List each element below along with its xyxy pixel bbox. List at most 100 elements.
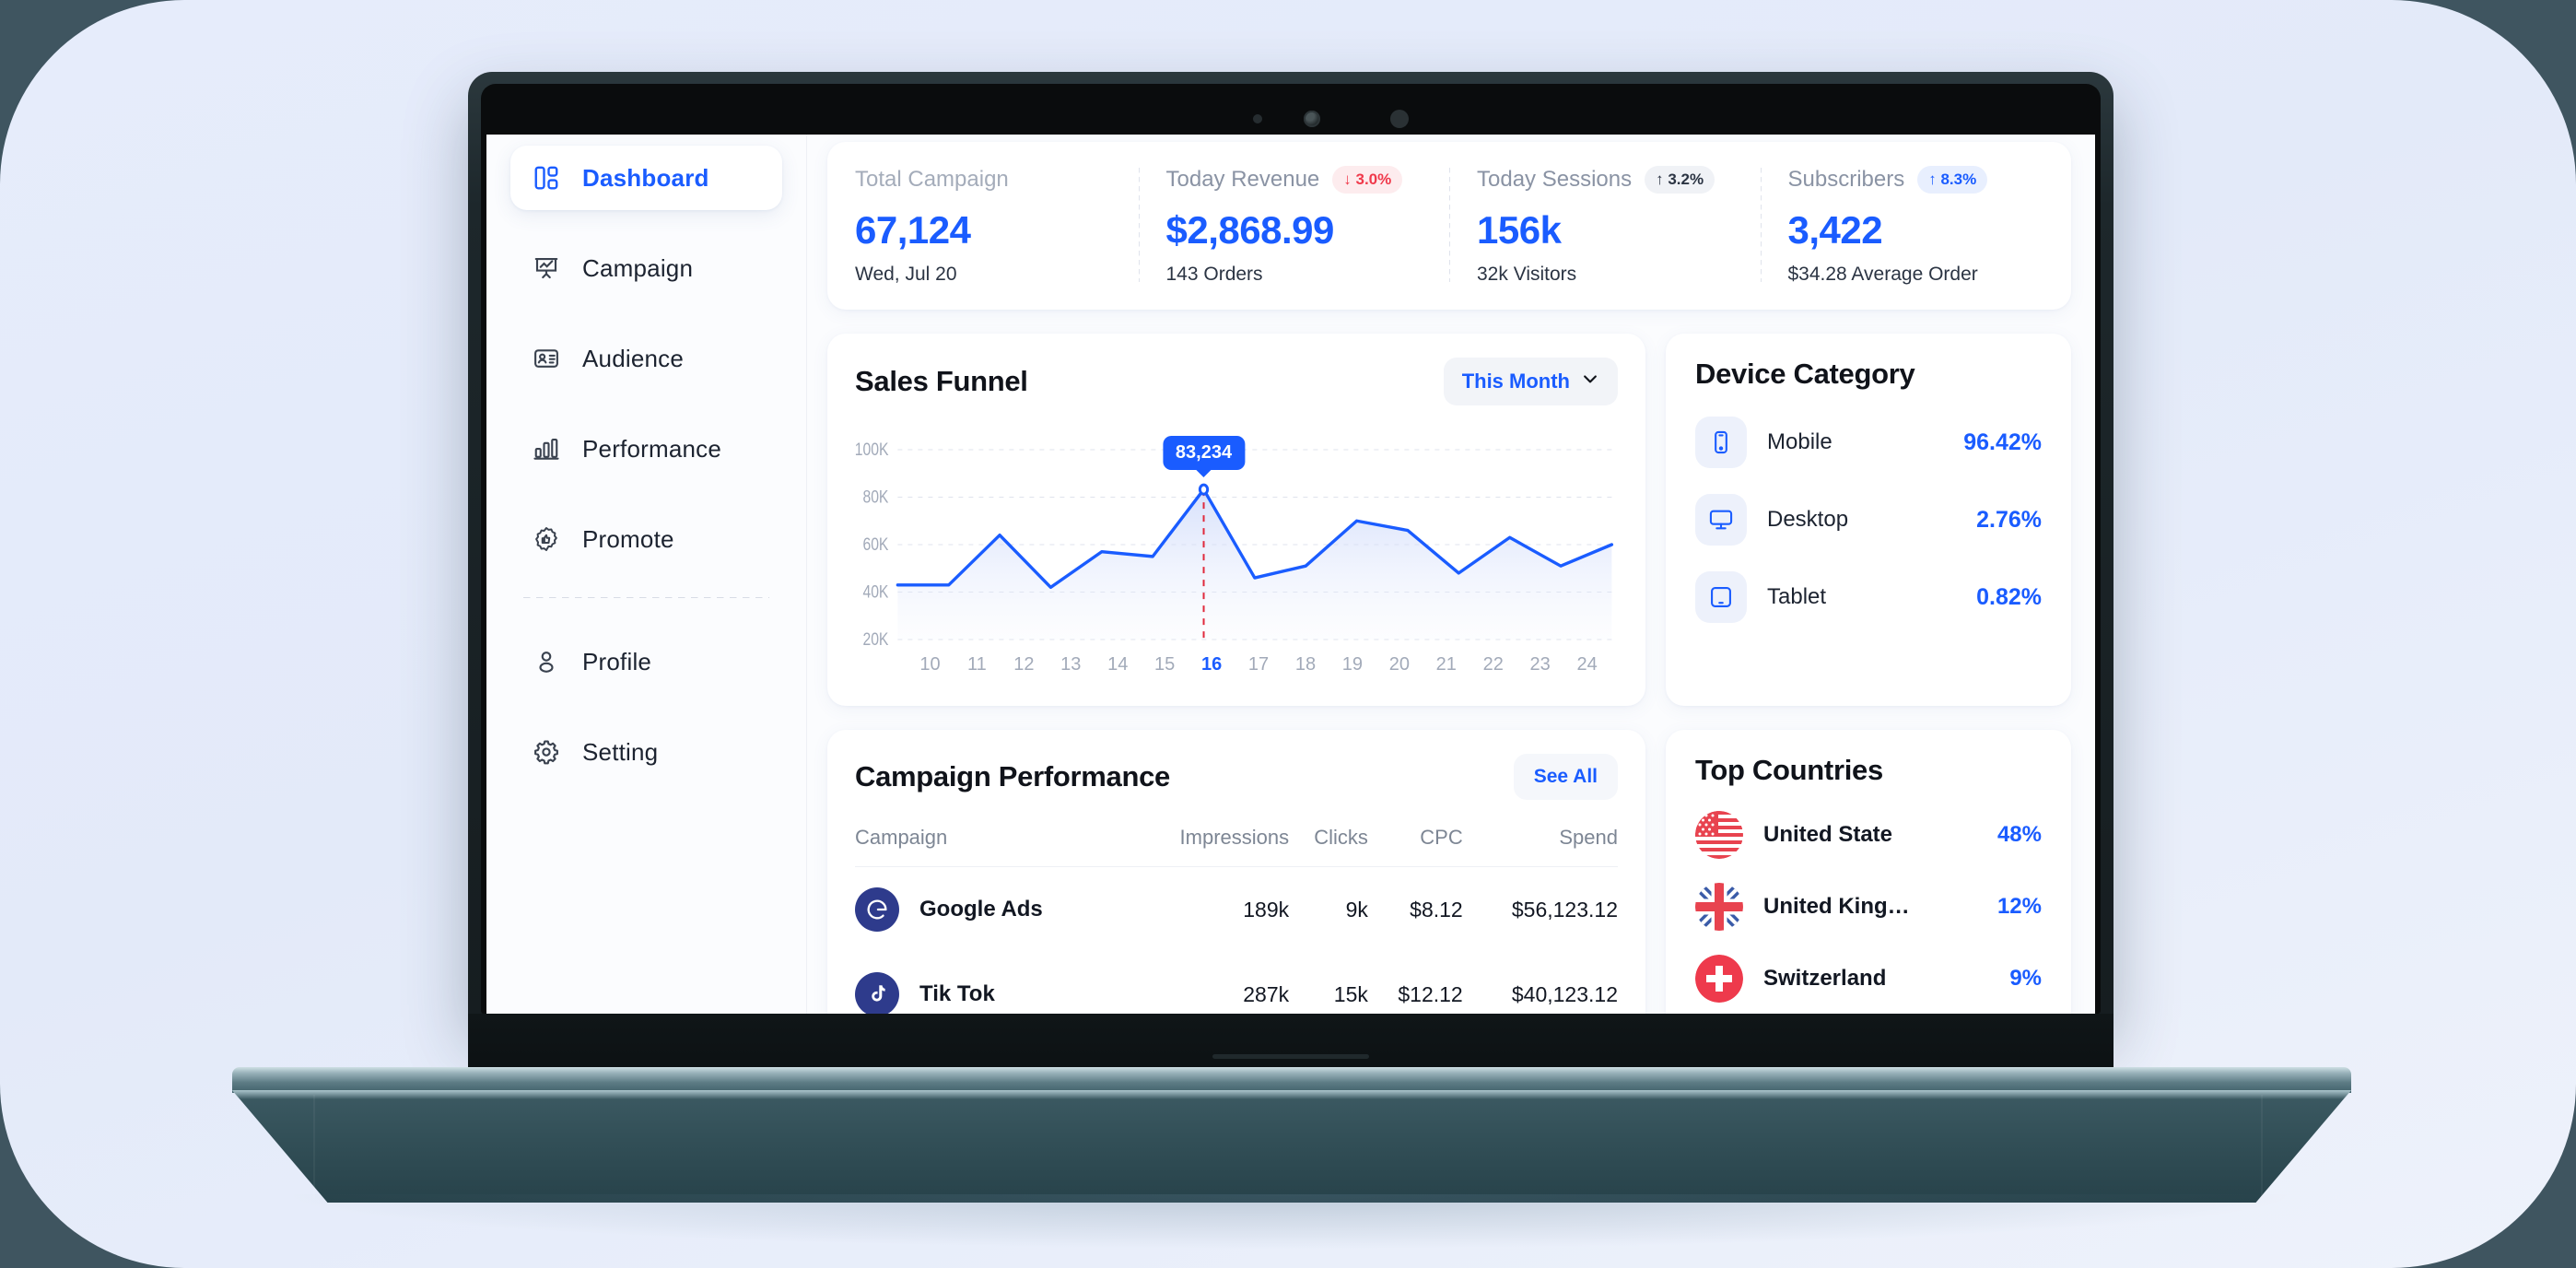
kpi-value: 67,124 (855, 208, 971, 252)
badge-thumbs-up-icon (531, 523, 562, 555)
kpi-subtext: 32k Visitors (1477, 264, 1577, 285)
chart-x-tick: 11 (967, 654, 987, 675)
kpi-summary-card: Total Campaign 67,124 Wed, Jul 20 Today … (827, 142, 2071, 310)
laptop-hinge (468, 1014, 2113, 1071)
bezel-sensors (481, 106, 2101, 130)
device-category-title: Device Category (1695, 358, 1915, 390)
country-name: United King… (1763, 894, 1910, 919)
device-row-desktop[interactable]: Desktop 2.76% (1695, 494, 2042, 546)
base-seam-left (313, 1095, 315, 1198)
bottom-row: Campaign Performance See All Campaign Im… (827, 730, 2071, 1021)
top-countries-card: Top Countries United State 48% United Ki… (1666, 730, 2071, 1021)
kpi-subtext: Wed, Jul 20 (855, 264, 957, 285)
table-row[interactable]: Google Ads 189k 9k $8.12 $56,123.12 (855, 867, 1618, 953)
sidebar-item-setting[interactable]: Setting (510, 720, 782, 784)
column-header-spend: Spend (1462, 816, 1618, 867)
device-row-tablet[interactable]: Tablet 0.82% (1695, 571, 2042, 623)
chart-x-tick: 22 (1482, 654, 1504, 675)
dashboard-app: Dashboard Campaign Audience Performance … (486, 135, 2095, 1021)
sidebar-item-label: Setting (582, 737, 659, 766)
cell-clicks: 9k (1345, 897, 1368, 922)
device-percent: 96.42% (1963, 429, 2042, 455)
chart-x-tick: 19 (1341, 654, 1364, 675)
chart-x-tick: 14 (1107, 654, 1129, 675)
country-row-switzerland[interactable]: Switzerland 9% (1695, 955, 2042, 1003)
sidebar-item-campaign[interactable]: Campaign (510, 236, 782, 300)
chart-x-tick: 20 (1388, 654, 1410, 675)
chart-x-tick: 17 (1247, 654, 1270, 675)
svg-text:40K: 40K (862, 581, 888, 602)
sidebar-item-label: Promote (582, 524, 674, 553)
svg-text:100K: 100K (855, 440, 889, 460)
chart-y-axis-labels: 100K 80K 60K 40K 20K (855, 440, 889, 650)
device-row-mobile[interactable]: Mobile 96.42% (1695, 417, 2042, 468)
chart-x-tick: 16 (1200, 654, 1223, 675)
campaign-name: Tik Tok (919, 981, 995, 1006)
sales-funnel-card: Sales Funnel This Month 83,234 100K 80K … (827, 334, 1645, 706)
country-percent: 48% (1996, 822, 2042, 847)
chart-x-tick: 23 (1529, 654, 1551, 675)
cell-spend: $56,123.12 (1511, 897, 1618, 922)
sidebar-item-label: Audience (582, 344, 685, 372)
sidebar-item-performance[interactable]: Performance (510, 417, 782, 481)
sidebar-item-label: Performance (582, 434, 722, 463)
tablet-icon (1695, 571, 1747, 623)
ch-flag-icon (1695, 955, 1743, 1003)
sidebar-item-label: Profile (582, 647, 652, 675)
svg-text:20K: 20K (862, 629, 888, 650)
country-name: United State (1763, 822, 1893, 847)
sidebar-divider (523, 597, 769, 598)
column-header-campaign: Campaign (855, 816, 1130, 867)
sidebar-item-promote[interactable]: Promote (510, 507, 782, 571)
kpi-title: Total Campaign (855, 167, 1009, 192)
device-name: Desktop (1767, 507, 1849, 532)
google-icon (855, 887, 899, 932)
kpi-subscribers: Subscribers ↑ 8.3% 3,422 $34.28 Average … (1760, 164, 2072, 286)
chart-x-tick: 24 (1576, 654, 1598, 675)
id-card-icon (531, 343, 562, 374)
svg-text:60K: 60K (862, 534, 888, 555)
chart-area-fill (897, 489, 1612, 640)
charts-row: Sales Funnel This Month 83,234 100K 80K … (827, 334, 2071, 706)
country-row-united-kingdom[interactable]: United King… 12% (1695, 883, 2042, 931)
see-all-button[interactable]: See All (1513, 754, 1618, 800)
chevron-down-icon (1581, 370, 1599, 393)
sales-funnel-chart: 83,234 100K 80K 60K 40K 20K 10 11 12 13 … (855, 422, 1618, 689)
column-header-impressions: Impressions (1129, 816, 1290, 867)
chart-x-tick: 13 (1060, 654, 1082, 675)
presentation-chart-icon (531, 252, 562, 284)
device-name: Tablet (1767, 584, 1827, 609)
cell-cpc: $8.12 (1410, 897, 1463, 922)
top-countries-title: Top Countries (1695, 754, 1883, 786)
kpi-today-sessions: Today Sessions ↑ 3.2% 156k 32k Visitors (1449, 164, 1761, 286)
country-row-united-state[interactable]: United State 48% (1695, 811, 2042, 859)
device-percent: 0.82% (1976, 583, 2042, 610)
sidebar-item-profile[interactable]: Profile (510, 629, 782, 694)
hinge-notch (1212, 1054, 1369, 1059)
chart-tooltip: 83,234 (1162, 436, 1246, 471)
tiktok-icon (855, 972, 899, 1016)
laptop-base-edge (232, 1067, 2351, 1093)
sidebar-item-label: Dashboard (582, 163, 709, 192)
sidebar-item-audience[interactable]: Audience (510, 326, 782, 391)
sidebar-item-dashboard[interactable]: Dashboard (510, 146, 782, 210)
laptop-shadow (276, 1194, 2303, 1250)
laptop-mockup: Dashboard Campaign Audience Performance … (0, 0, 2576, 1268)
chart-x-tick: 15 (1154, 654, 1176, 675)
kpi-subtext: 143 Orders (1165, 264, 1263, 285)
cell-impressions: 287k (1243, 981, 1290, 1006)
gear-icon (531, 736, 562, 768)
table-row[interactable]: Tik Tok 287k 15k $12.12 $40,123.12 (855, 952, 1618, 1021)
status-badge: ↓ 3.0% (1332, 166, 1403, 194)
cell-cpc: $12.12 (1398, 981, 1463, 1006)
device-percent: 2.76% (1976, 506, 2042, 533)
chart-x-tick: 10 (919, 654, 941, 675)
device-name: Mobile (1767, 429, 1832, 454)
sidebar-item-label: Campaign (582, 253, 694, 282)
kpi-value: 3,422 (1787, 208, 1883, 252)
date-range-dropdown[interactable]: This Month (1443, 358, 1618, 405)
layout-grid-icon (531, 162, 562, 194)
kpi-total-campaign: Total Campaign 67,124 Wed, Jul 20 (827, 164, 1139, 286)
status-badge: ↑ 8.3% (1917, 166, 1988, 194)
main-content: Total Campaign 67,124 Wed, Jul 20 Today … (807, 135, 2095, 1021)
